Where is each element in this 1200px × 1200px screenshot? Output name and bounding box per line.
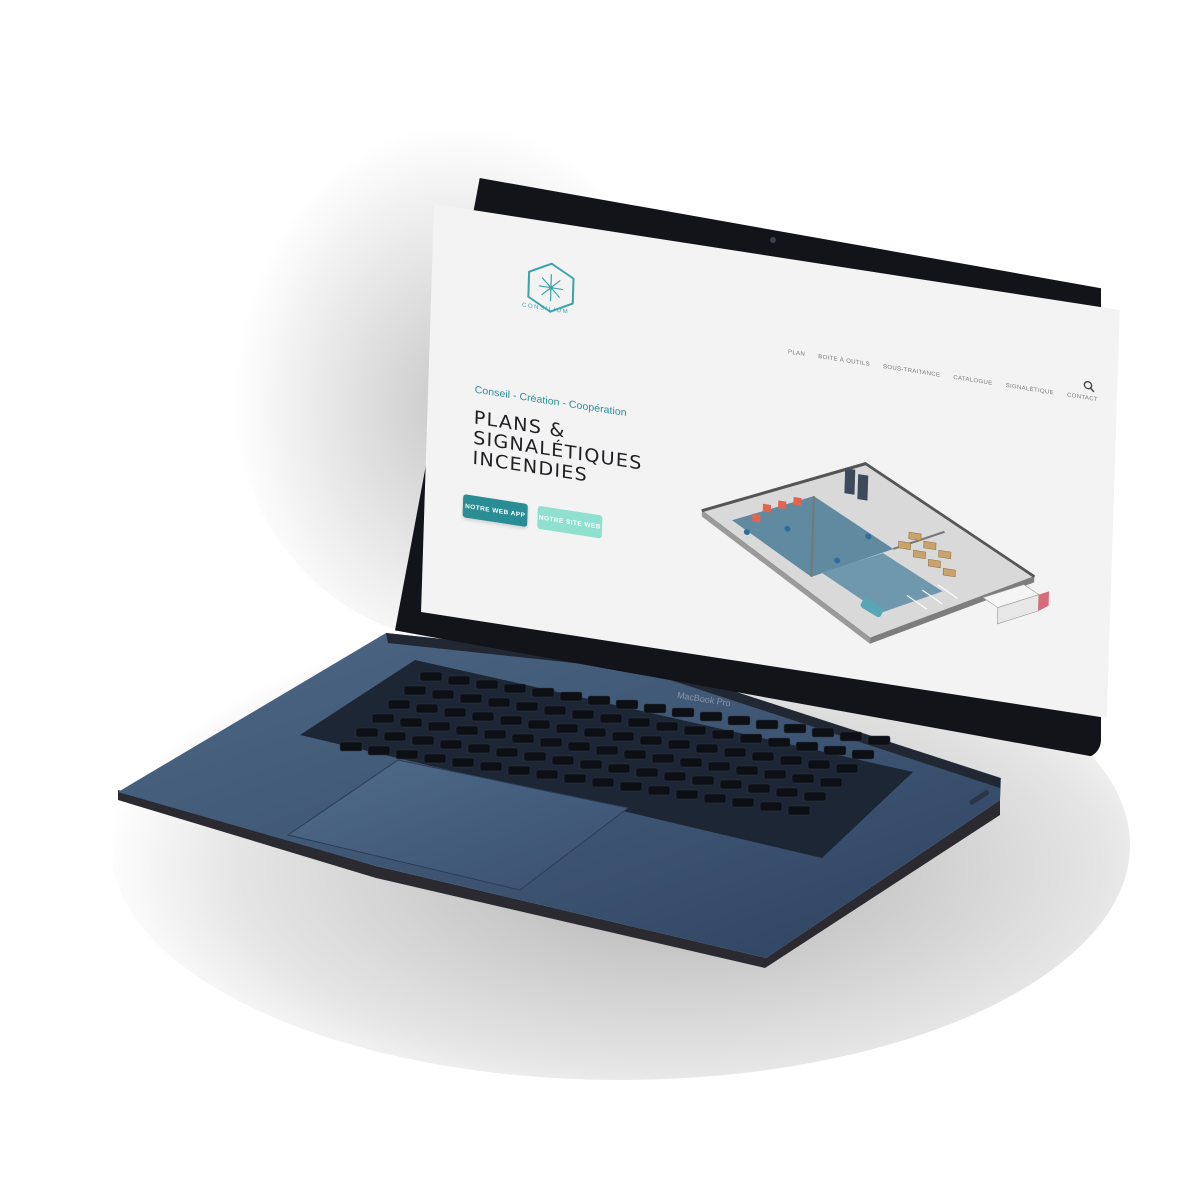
website-button[interactable]: NOTRE SITE WEB bbox=[537, 505, 603, 539]
isometric-building-illustration bbox=[700, 462, 1050, 644]
nav-item-boite-a-outils[interactable]: BOITE À OUTILS bbox=[818, 354, 870, 368]
camera-dot bbox=[770, 237, 776, 243]
nav-item-sous-traitance[interactable]: SOUS-TRAITANCE bbox=[883, 364, 940, 379]
hero-headline: PLANS & SIGNALÉTIQUES INCENDIES bbox=[472, 407, 643, 495]
nav-item-catalogue[interactable]: CATALOGUE bbox=[953, 375, 992, 387]
main-nav: PLAN BOITE À OUTILS SOUS-TRAITANCE CATAL… bbox=[788, 349, 1098, 403]
nav-item-plan[interactable]: PLAN bbox=[788, 349, 805, 357]
mockup-stage: CONSILIUM PLAN BOITE À OUTILS SOUS-TRAIT… bbox=[0, 0, 1200, 1200]
web-app-button[interactable]: NOTRE WEB APP bbox=[462, 494, 528, 528]
nav-item-contact[interactable]: CONTACT bbox=[1067, 393, 1098, 404]
nav-item-signaletique[interactable]: SIGNALÉTIQUE bbox=[1005, 383, 1054, 396]
search-icon[interactable] bbox=[1083, 380, 1095, 393]
